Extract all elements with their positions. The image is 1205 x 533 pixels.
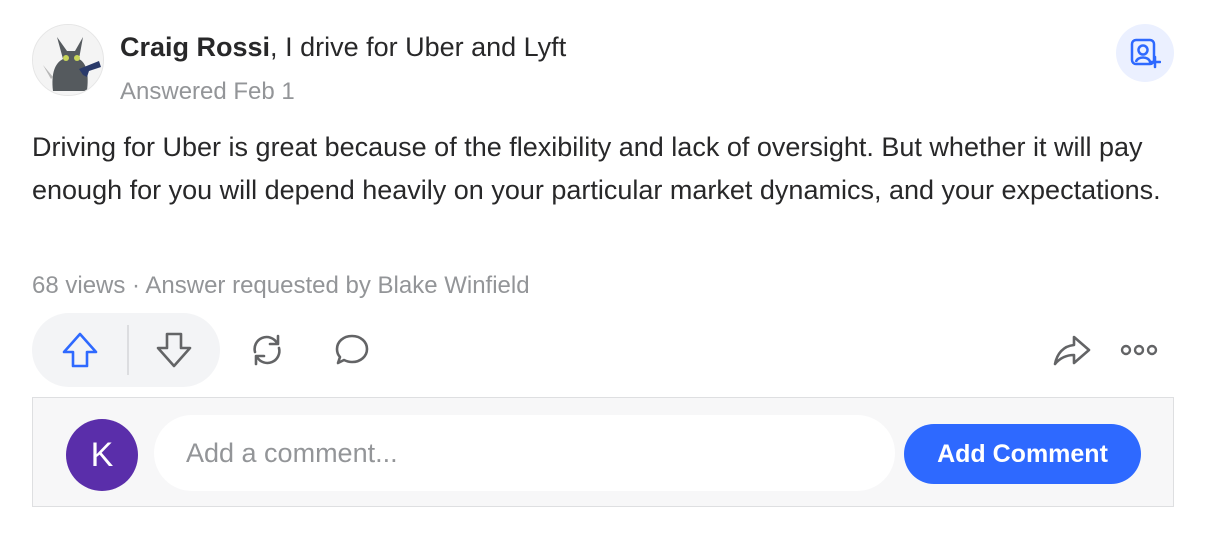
comment-bubble-icon [335,334,369,365]
answer-header: Craig Rossi, I drive for Uber and Lyft A… [32,24,1182,106]
answer-body: Driving for Uber is great because of the… [32,132,1161,205]
follow-author-button[interactable] [1116,24,1174,82]
comment-input[interactable] [154,415,895,491]
reshare-button[interactable] [240,325,294,375]
more-options-button[interactable] [1112,325,1166,375]
add-person-icon [1130,38,1161,69]
reshare-icon [253,334,281,366]
downvote-button[interactable] [146,326,202,374]
author-line: Craig Rossi, I drive for Uber and Lyft [120,30,566,64]
upvote-button[interactable] [52,326,108,374]
downvote-arrow-icon [156,332,192,368]
answer-meta: 68 views · Answer requested by Blake Win… [32,272,530,300]
more-options-icon [1120,344,1158,356]
answered-date[interactable]: Answered Feb 1 [120,78,295,106]
author-credential[interactable]: I drive for Uber and Lyft [285,32,566,62]
comment-button[interactable] [325,325,379,375]
view-count[interactable]: 68 views [32,272,125,299]
author-avatar[interactable] [32,24,104,96]
vote-controls [32,313,220,387]
cat-avatar-icon [33,25,103,95]
user-avatar[interactable]: K [66,419,138,491]
upvote-arrow-icon [62,332,98,368]
vote-divider [127,325,129,375]
answer-requested-by[interactable]: Answer requested by Blake Winfield [145,272,529,299]
comment-bar: K Add Comment [32,397,1174,507]
author-name[interactable]: Craig Rossi [120,32,270,62]
forward-share-icon [1053,335,1091,366]
add-comment-button[interactable]: Add Comment [904,424,1141,484]
share-forward-button[interactable] [1045,325,1099,375]
author-separator: , [270,32,286,62]
meta-separator: · [125,272,146,299]
